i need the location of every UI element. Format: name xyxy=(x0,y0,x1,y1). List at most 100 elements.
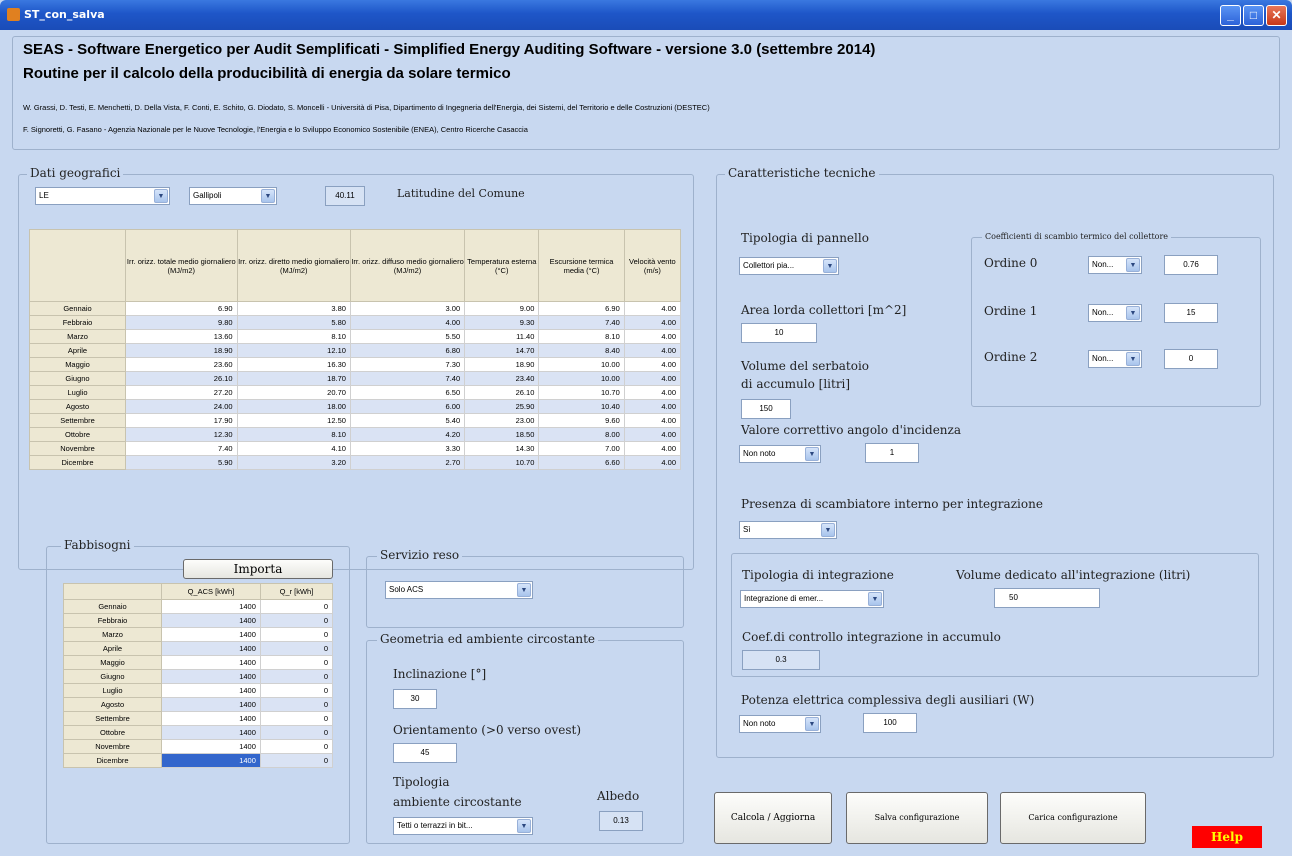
table-cell[interactable]: 18.70 xyxy=(237,371,351,386)
table-cell[interactable]: 10.70 xyxy=(538,385,625,400)
table-cell[interactable]: 4.00 xyxy=(624,385,682,400)
coef2-select[interactable]: Non... ▼ xyxy=(1088,350,1142,368)
table-cell[interactable]: 0 xyxy=(260,711,334,726)
calculate-button[interactable]: Calcola / Aggiorna xyxy=(714,792,832,844)
table-cell[interactable]: 0 xyxy=(260,739,334,754)
inclination-input[interactable]: 30 xyxy=(393,689,437,709)
table-cell[interactable]: 23.60 xyxy=(125,357,238,372)
table-cell[interactable]: 11.40 xyxy=(464,329,540,344)
table-cell[interactable]: 2.70 xyxy=(350,455,466,470)
table-cell[interactable]: 27.20 xyxy=(125,385,238,400)
close-button[interactable]: ✕ xyxy=(1266,5,1287,26)
table-cell[interactable]: 1400 xyxy=(161,683,261,698)
table-cell[interactable]: 3.00 xyxy=(350,301,466,316)
table-cell[interactable]: 26.10 xyxy=(125,371,238,386)
table-cell[interactable]: 0 xyxy=(260,599,334,614)
table-cell[interactable]: 4.00 xyxy=(624,301,682,316)
table-cell[interactable]: 1400 xyxy=(161,711,261,726)
table-cell[interactable]: 4.00 xyxy=(624,455,682,470)
table-cell[interactable]: 0 xyxy=(260,641,334,656)
table-cell[interactable]: 0 xyxy=(260,613,334,628)
table-cell[interactable]: 4.00 xyxy=(624,357,682,372)
table-cell[interactable]: 6.00 xyxy=(350,399,466,414)
table-cell[interactable]: 12.30 xyxy=(125,427,238,442)
table-cell[interactable]: 24.00 xyxy=(125,399,238,414)
table-cell[interactable]: 0 xyxy=(260,627,334,642)
table-cell[interactable]: 23.00 xyxy=(464,413,540,428)
table-cell[interactable]: 10.00 xyxy=(538,357,625,372)
load-config-button[interactable]: Carica configurazione xyxy=(1000,792,1146,844)
table-cell[interactable]: 1400 xyxy=(161,669,261,684)
table-cell[interactable]: 1400 xyxy=(161,725,261,740)
table-cell[interactable]: 4.20 xyxy=(350,427,466,442)
table-cell[interactable]: 1400 xyxy=(161,613,261,628)
table-cell[interactable]: 18.50 xyxy=(464,427,540,442)
province-select[interactable]: LE ▼ xyxy=(35,187,170,205)
table-cell[interactable]: 1400 xyxy=(161,697,261,712)
table-cell[interactable]: 23.40 xyxy=(464,371,540,386)
table-cell[interactable]: 4.00 xyxy=(624,371,682,386)
coef0-input[interactable]: 0.76 xyxy=(1164,255,1218,275)
table-cell[interactable]: 7.00 xyxy=(538,441,625,456)
table-cell[interactable]: 4.00 xyxy=(624,413,682,428)
coef1-select[interactable]: Non... ▼ xyxy=(1088,304,1142,322)
table-cell[interactable]: 9.00 xyxy=(464,301,540,316)
table-cell[interactable]: 9.30 xyxy=(464,315,540,330)
table-cell[interactable]: 20.70 xyxy=(237,385,351,400)
table-cell[interactable]: 14.30 xyxy=(464,441,540,456)
help-button[interactable]: Help xyxy=(1192,826,1262,848)
table-cell[interactable]: 12.50 xyxy=(237,413,351,428)
table-cell[interactable]: 4.00 xyxy=(624,427,682,442)
table-cell[interactable]: 12.10 xyxy=(237,343,351,358)
table-cell[interactable]: 9.60 xyxy=(538,413,625,428)
integration-volume-input[interactable]: 50 xyxy=(994,588,1100,608)
table-cell[interactable]: 5.90 xyxy=(125,455,238,470)
table-cell[interactable]: 4.00 xyxy=(350,315,466,330)
needs-table[interactable]: Q_ACS [kWh] Q_r [kWh] Gennaio 1400 0 Febbrai… xyxy=(63,583,334,768)
table-cell[interactable]: 7.40 xyxy=(350,371,466,386)
table-cell[interactable]: 10.40 xyxy=(538,399,625,414)
table-cell[interactable]: 18.00 xyxy=(237,399,351,414)
table-cell[interactable]: 1400 xyxy=(161,655,261,670)
table-cell[interactable]: 16.30 xyxy=(237,357,351,372)
tank-volume-input[interactable]: 150 xyxy=(741,399,791,419)
table-cell[interactable]: 0 xyxy=(260,697,334,712)
exchanger-select[interactable]: Sì ▼ xyxy=(739,521,837,539)
aux-power-input[interactable]: 100 xyxy=(863,713,917,733)
table-cell[interactable]: 3.20 xyxy=(237,455,351,470)
table-cell[interactable]: 26.10 xyxy=(464,385,540,400)
table-cell[interactable]: 8.10 xyxy=(237,329,351,344)
table-cell[interactable]: 8.00 xyxy=(538,427,625,442)
coef0-select[interactable]: Non... ▼ xyxy=(1088,256,1142,274)
table-cell[interactable]: 1400 xyxy=(161,753,261,768)
panel-type-select[interactable]: Collettori pia... ▼ xyxy=(739,257,839,275)
coef2-input[interactable]: 0 xyxy=(1164,349,1218,369)
table-cell[interactable]: 1400 xyxy=(161,739,261,754)
table-cell[interactable]: 0 xyxy=(260,669,334,684)
table-cell[interactable]: 6.60 xyxy=(538,455,625,470)
table-cell[interactable]: 7.30 xyxy=(350,357,466,372)
table-cell[interactable]: 1400 xyxy=(161,641,261,656)
table-cell[interactable]: 18.90 xyxy=(125,343,238,358)
table-cell[interactable]: 3.80 xyxy=(237,301,351,316)
table-cell[interactable]: 4.00 xyxy=(624,329,682,344)
table-cell[interactable]: 18.90 xyxy=(464,357,540,372)
environment-select[interactable]: Tetti o terrazzi in bit... ▼ xyxy=(393,817,533,835)
table-cell[interactable]: 1400 xyxy=(161,599,261,614)
table-cell[interactable]: 25.90 xyxy=(464,399,540,414)
table-cell[interactable]: 1400 xyxy=(161,627,261,642)
table-cell[interactable]: 5.80 xyxy=(237,315,351,330)
table-cell[interactable]: 0 xyxy=(260,683,334,698)
table-cell[interactable]: 8.10 xyxy=(538,329,625,344)
table-cell[interactable]: 7.40 xyxy=(125,441,238,456)
orientation-input[interactable]: 45 xyxy=(393,743,457,763)
table-cell[interactable]: 0 xyxy=(260,655,334,670)
integration-type-select[interactable]: Integrazione di emer... ▼ xyxy=(740,590,884,608)
table-cell[interactable]: 8.40 xyxy=(538,343,625,358)
table-cell[interactable]: 6.90 xyxy=(125,301,238,316)
table-cell[interactable]: 7.40 xyxy=(538,315,625,330)
table-cell[interactable]: 5.40 xyxy=(350,413,466,428)
table-cell[interactable]: 0 xyxy=(260,725,334,740)
table-cell[interactable]: 5.50 xyxy=(350,329,466,344)
table-cell[interactable]: 9.80 xyxy=(125,315,238,330)
